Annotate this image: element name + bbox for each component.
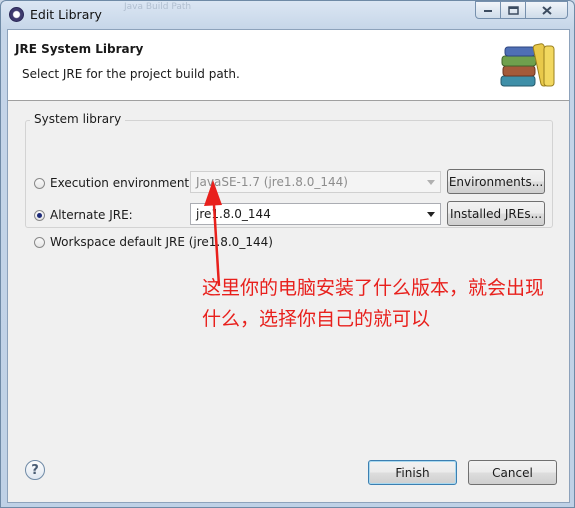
workspace-default-radio[interactable] <box>34 236 45 248</box>
minimize-icon <box>476 2 500 18</box>
dialog-header: JRE System Library Select JRE for the pr… <box>8 30 569 101</box>
header-description: Select JRE for the project build path. <box>22 67 240 81</box>
alternate-jre-value: jre1.8.0_144 <box>196 207 271 221</box>
chevron-down-icon <box>427 180 435 185</box>
alternate-jre-radio[interactable] <box>34 209 45 221</box>
header-title: JRE System Library <box>15 42 144 56</box>
workspace-default-option[interactable]: Workspace default JRE (jre1.8.0_144) <box>34 235 273 249</box>
alternate-jre-combo[interactable]: jre1.8.0_144 <box>190 203 441 225</box>
environments-button[interactable]: Environments... <box>447 169 545 194</box>
execution-environment-combo: JavaSE-1.7 (jre1.8.0_144) <box>190 171 441 193</box>
system-library-group: System library Execution environment: Ja… <box>25 112 553 249</box>
execution-environment-value: JavaSE-1.7 (jre1.8.0_144) <box>196 175 348 189</box>
finish-button[interactable]: Finish <box>368 460 457 485</box>
close-icon <box>526 2 567 18</box>
title-bar[interactable]: Edit Library Java Build Path <box>1 1 574 29</box>
maximize-button[interactable] <box>500 1 526 19</box>
chevron-down-icon <box>427 212 435 217</box>
execution-environment-option[interactable]: Execution environment: <box>34 176 193 190</box>
execution-environment-radio[interactable] <box>34 177 45 189</box>
caption-buttons <box>475 1 568 19</box>
execution-environment-label: Execution environment: <box>50 176 194 190</box>
group-label: System library <box>30 112 126 126</box>
help-icon[interactable]: ? <box>25 460 45 480</box>
installed-jres-button[interactable]: Installed JREs... <box>447 201 545 226</box>
workspace-default-label: Workspace default JRE (jre1.8.0_144) <box>50 235 273 249</box>
eclipse-icon <box>9 7 24 22</box>
dialog-body: JRE System Library Select JRE for the pr… <box>7 29 570 503</box>
background-tab-text: Java Build Path <box>124 2 192 12</box>
maximize-icon <box>501 2 525 18</box>
alternate-jre-label: Alternate JRE: <box>50 208 133 222</box>
window-title: Edit Library <box>30 7 102 22</box>
alternate-jre-option[interactable]: Alternate JRE: <box>34 208 133 222</box>
cancel-button[interactable]: Cancel <box>468 460 557 485</box>
annotation-text: 这里你的电脑安装了什么版本，就会出现什么，选择你自己的就可以 <box>202 277 545 330</box>
edit-library-window: Edit Library Java Build Path JRE System … <box>0 0 575 508</box>
library-books-icon <box>500 43 555 87</box>
close-button[interactable] <box>525 1 568 19</box>
minimize-button[interactable] <box>475 1 501 19</box>
